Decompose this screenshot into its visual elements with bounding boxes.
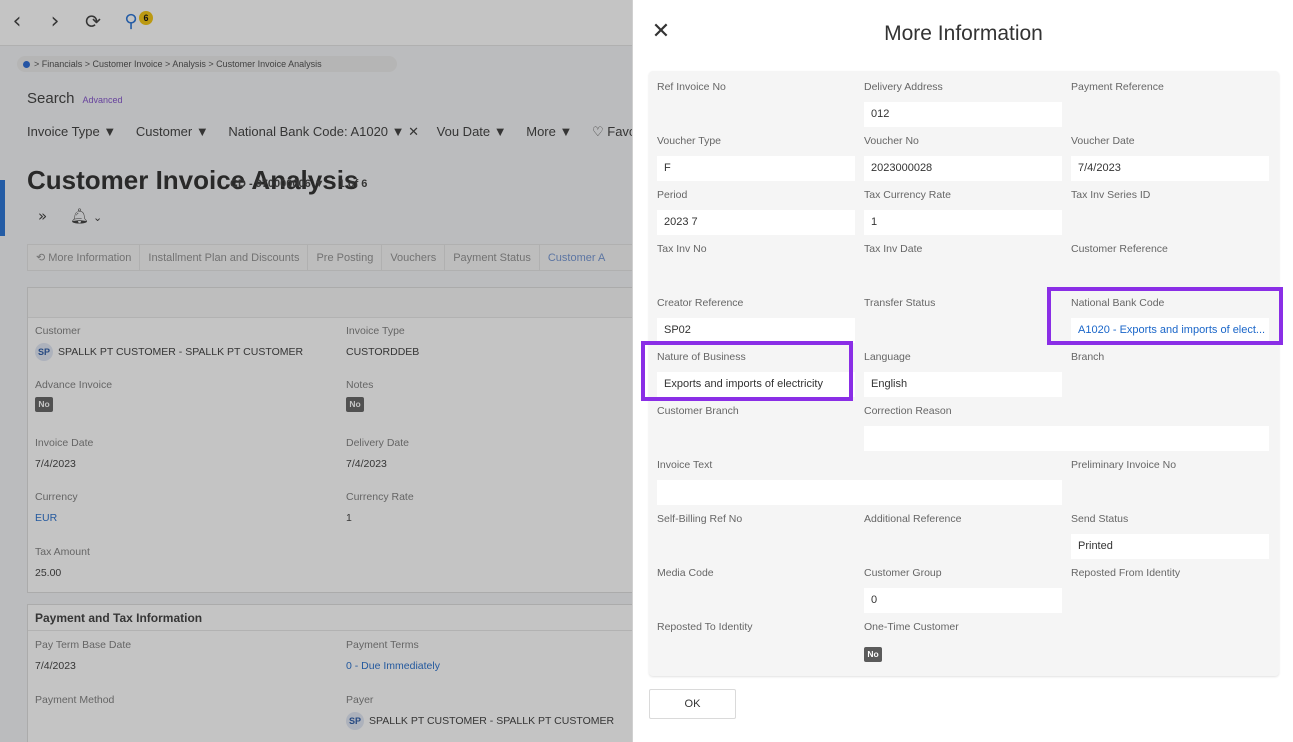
ref-invoice-no-value <box>657 102 855 127</box>
voucher-type-value: F <box>657 156 855 181</box>
preliminary-invoice-no-value <box>1071 480 1269 505</box>
additional-reference-field: Additional Reference <box>864 512 1062 559</box>
reposted-to-identity-field: Reposted To Identity <box>657 620 855 667</box>
delivery-address-field: Delivery Address 012 <box>864 80 1062 127</box>
invoice-text-field: Invoice Text <box>657 458 1062 505</box>
payment-reference-field: Payment Reference <box>1071 80 1269 127</box>
customer-branch-field: Customer Branch <box>657 404 855 451</box>
tax-inv-series-id-field: Tax Inv Series ID <box>1071 188 1269 235</box>
tax-inv-date-value <box>864 264 1062 289</box>
correction-reason-value <box>864 426 1269 451</box>
voucher-type-field: Voucher Type F <box>657 134 855 181</box>
tax-inv-no-value <box>657 264 855 289</box>
one-time-customer-badge: No <box>864 647 882 662</box>
transfer-status-value <box>864 318 1062 343</box>
voucher-no-value: 2023000028 <box>864 156 1062 181</box>
reposted-from-identity-field: Reposted From Identity <box>1071 566 1269 613</box>
send-status-value: Printed <box>1071 534 1269 559</box>
delivery-address-value: 012 <box>864 102 1062 127</box>
self-billing-ref-no-value <box>657 534 855 559</box>
branch-value <box>1071 372 1269 397</box>
language-field: Language English <box>864 350 1062 397</box>
voucher-date-field: Voucher Date 7/4/2023 <box>1071 134 1269 181</box>
ok-button[interactable]: OK <box>649 689 736 719</box>
tax-inv-series-id-value <box>1071 210 1269 235</box>
preliminary-invoice-no-field: Preliminary Invoice No <box>1071 458 1269 505</box>
tax-inv-date-field: Tax Inv Date <box>864 242 1062 289</box>
highlight-national-bank-code <box>1047 287 1283 345</box>
customer-branch-value <box>657 426 855 451</box>
reposted-to-identity-value <box>657 642 855 667</box>
tax-currency-rate-value: 1 <box>864 210 1062 235</box>
media-code-value <box>657 588 855 613</box>
modal-backdrop[interactable] <box>0 0 632 742</box>
language-value: English <box>864 372 1062 397</box>
period-field: Period 2023 7 <box>657 188 855 235</box>
creator-reference-value: SP02 <box>657 318 855 343</box>
tax-currency-rate-field: Tax Currency Rate 1 <box>864 188 1062 235</box>
send-status-field: Send Status Printed <box>1071 512 1269 559</box>
one-time-customer-field: One-Time Customer No <box>864 620 1062 667</box>
customer-group-value: 0 <box>864 588 1062 613</box>
voucher-no-field: Voucher No 2023000028 <box>864 134 1062 181</box>
additional-reference-value <box>864 534 1062 559</box>
tax-inv-no-field: Tax Inv No <box>657 242 855 289</box>
one-time-customer-value: No <box>864 642 1062 667</box>
creator-reference-field: Creator Reference SP02 <box>657 296 855 343</box>
voucher-date-value: 7/4/2023 <box>1071 156 1269 181</box>
reposted-from-identity-value <box>1071 588 1269 613</box>
highlight-nature-of-business <box>641 341 853 401</box>
media-code-field: Media Code <box>657 566 855 613</box>
transfer-status-field: Transfer Status <box>864 296 1062 343</box>
ref-invoice-no-field: Ref Invoice No <box>657 80 855 127</box>
correction-reason-field: Correction Reason <box>864 404 1269 451</box>
panel-title: More Information <box>884 22 1043 45</box>
customer-reference-value <box>1071 264 1269 289</box>
payment-reference-value <box>1071 102 1269 127</box>
more-information-panel: ✕ More Information Ref Invoice No Delive… <box>632 0 1293 742</box>
customer-group-field: Customer Group 0 <box>864 566 1062 613</box>
customer-reference-field: Customer Reference <box>1071 242 1269 289</box>
branch-field: Branch <box>1071 350 1269 397</box>
period-value: 2023 7 <box>657 210 855 235</box>
self-billing-ref-no-field: Self-Billing Ref No <box>657 512 855 559</box>
invoice-text-value <box>657 480 1062 505</box>
